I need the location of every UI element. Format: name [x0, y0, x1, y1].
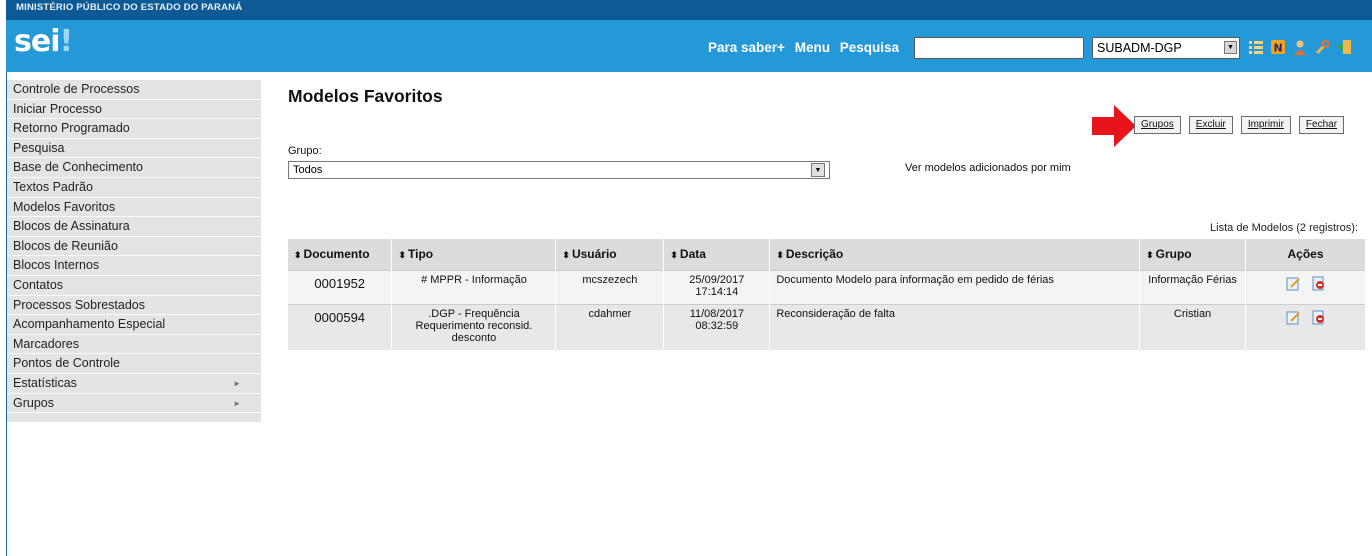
chevron-down-icon[interactable]: ▼ — [1224, 41, 1237, 54]
cell-grupo: Informação Férias — [1139, 269, 1247, 304]
sidebar-item-pesquisa[interactable]: Pesquisa — [7, 139, 261, 159]
col-tipo[interactable]: ⬍ Tipo — [391, 239, 557, 270]
svg-text:N: N — [1274, 42, 1283, 55]
nav-menu[interactable]: Menu — [795, 40, 830, 55]
cell-data: 11/08/2017 08:32:59 — [663, 303, 771, 350]
cell-tipo: # MPPR - Informação — [391, 269, 557, 304]
col-documento[interactable]: ⬍ Documento — [288, 239, 393, 270]
nav-para-saber[interactable]: Para saber+ — [708, 40, 785, 55]
sidebar-item-controle-de-processos[interactable]: Controle de Processos — [7, 80, 261, 100]
user-icon[interactable] — [1292, 39, 1308, 55]
red-arrow-annotation-icon — [1092, 105, 1136, 147]
cell-documento[interactable]: 0001952 — [288, 269, 393, 304]
cell-usuario: mcszezech — [555, 269, 665, 304]
unit-select[interactable]: SUBADM-DGP ▼ — [1092, 37, 1240, 59]
header-nav: Para saber+ Menu Pesquisa — [708, 40, 905, 55]
sort-icon: ⬍ — [294, 250, 302, 261]
sidebar-item-processos-sobrestados[interactable]: Processos Sobrestados — [7, 296, 261, 316]
sort-icon: ⬍ — [1146, 250, 1154, 261]
sei-logo[interactable]: sei! — [14, 24, 73, 59]
grupo-select[interactable]: Todos ▼ — [288, 161, 830, 179]
sidebar-item-blocos-de-assinatura[interactable]: Blocos de Assinatura — [7, 217, 261, 237]
chevron-down-icon[interactable]: ▼ — [811, 163, 825, 177]
header-icons: N — [1248, 39, 1352, 55]
table-row: 0000594 .DGP - Frequência Requerimento re… — [288, 303, 1366, 350]
sidebar-item-iniciar-processo[interactable]: Iniciar Processo — [7, 100, 261, 120]
col-descricao[interactable]: ⬍ Descrição — [769, 239, 1141, 270]
sidebar-item-pontos-de-controle[interactable]: Pontos de Controle — [7, 354, 261, 374]
cell-grupo: Cristian — [1139, 303, 1247, 350]
sidebar-menu: Controle de Processos Iniciar Processo R… — [7, 80, 261, 422]
cell-descricao: Reconsideração de falta — [769, 303, 1141, 350]
fechar-button[interactable]: Fechar — [1298, 116, 1345, 134]
sidebar-item-acompanhamento-especial[interactable]: Acompanhamento Especial — [7, 315, 261, 335]
sidebar-item-grupos[interactable]: Grupos ► — [7, 394, 261, 414]
sidebar-item-blocos-internos[interactable]: Blocos Internos — [7, 256, 261, 276]
submenu-arrow-icon: ► — [233, 378, 241, 388]
cell-acoes — [1245, 303, 1366, 350]
ver-modelos-link[interactable]: Ver modelos adicionados por mim — [905, 162, 1071, 174]
sort-icon: ⬍ — [776, 250, 784, 261]
cell-acoes — [1245, 269, 1366, 304]
table-header-row: ⬍ Documento ⬍ Tipo ⬍ Usuário ⬍ Data ⬍ Descriç… — [288, 239, 1366, 270]
col-data[interactable]: ⬍ Data — [663, 239, 771, 270]
col-usuario[interactable]: ⬍ Usuário — [555, 239, 665, 270]
sort-icon: ⬍ — [562, 250, 570, 261]
excluir-button[interactable]: Excluir — [1188, 116, 1233, 134]
edit-icon[interactable] — [1286, 276, 1301, 291]
imprimir-button[interactable]: Imprimir — [1240, 116, 1291, 134]
action-buttons: Grupos Excluir Imprimir Fechar — [1134, 116, 1345, 134]
sidebar-item-textos-padrao[interactable]: Textos Padrão — [7, 178, 261, 198]
cell-documento[interactable]: 0000594 — [288, 303, 393, 350]
table-row: 0001952 # MPPR - Informação mcszezech 25… — [288, 269, 1366, 304]
unit-select-value: SUBADM-DGP — [1097, 41, 1182, 55]
cell-tipo: .DGP - Frequência Requerimento reconsid. d… — [391, 303, 557, 350]
sort-icon: ⬍ — [670, 250, 678, 261]
sidebar-item-estatisticas[interactable]: Estatísticas ► — [7, 374, 261, 394]
nav-pesquisa[interactable]: Pesquisa — [840, 40, 899, 55]
header: sei! Para saber+ Menu Pesquisa SUBADM-DG… — [6, 20, 1372, 72]
submenu-arrow-icon: ► — [233, 398, 241, 408]
cell-usuario: cdahmer — [555, 303, 665, 350]
sidebar-item-marcadores[interactable]: Marcadores — [7, 335, 261, 355]
sidebar-item-base-de-conhecimento[interactable]: Base de Conhecimento — [7, 158, 261, 178]
edit-icon[interactable] — [1286, 310, 1301, 325]
grupo-select-value: Todos — [293, 164, 323, 176]
exit-icon[interactable] — [1336, 39, 1352, 55]
cell-descricao: Documento Modelo para informação em pedi… — [769, 269, 1141, 304]
grupos-button[interactable]: Grupos — [1134, 116, 1181, 134]
col-acoes: Ações — [1245, 239, 1366, 270]
sidebar-item-contatos[interactable]: Contatos — [7, 276, 261, 296]
sort-icon: ⬍ — [398, 250, 407, 261]
n-badge-icon[interactable]: N — [1270, 39, 1286, 55]
col-grupo[interactable]: ⬍ Grupo — [1139, 239, 1247, 270]
wrench-icon[interactable] — [1314, 39, 1330, 55]
table-caption: Lista de Modelos (2 registros): — [1210, 222, 1358, 234]
remove-favorite-icon[interactable] — [1311, 310, 1326, 325]
sidebar-item-retorno-programado[interactable]: Retorno Programado — [7, 119, 261, 139]
list-icon[interactable] — [1248, 39, 1264, 55]
grupo-label: Grupo: — [288, 145, 322, 157]
cell-data: 25/09/2017 17:14:14 — [663, 269, 771, 304]
org-name: MINISTÉRIO PÚBLICO DO ESTADO DO PARANÁ — [16, 2, 243, 13]
sidebar-item-blocos-de-reuniao[interactable]: Blocos de Reunião — [7, 237, 261, 257]
search-input[interactable] — [914, 37, 1084, 59]
remove-favorite-icon[interactable] — [1311, 276, 1326, 291]
modelos-table: ⬍ Documento ⬍ Tipo ⬍ Usuário ⬍ Data ⬍ Descriç… — [288, 239, 1366, 350]
page-title: Modelos Favoritos — [288, 86, 443, 106]
sidebar-item-modelos-favoritos[interactable]: Modelos Favoritos — [7, 198, 261, 218]
top-bar: MINISTÉRIO PÚBLICO DO ESTADO DO PARANÁ — [6, 0, 1372, 20]
